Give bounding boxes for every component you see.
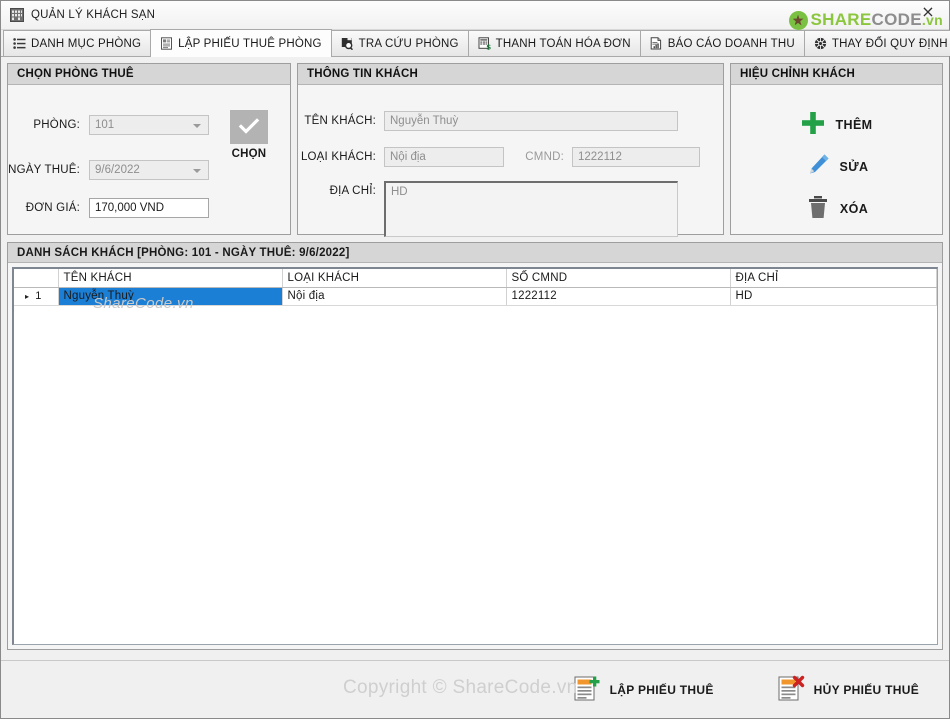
guest-panel-body: TÊN KHÁCH: Nguyễn Thuỳ LOẠI KHÁCH: Nội đ… xyxy=(298,85,723,237)
logo-share-text: SHARE xyxy=(810,10,872,29)
tab-thay-doi-quy-dinh[interactable]: THAY ĐỔI QUY ĐỊNH xyxy=(803,30,950,56)
guest-id-label: CMND: xyxy=(525,151,564,163)
guest-address-row: ĐỊA CHỈ: HD xyxy=(298,181,678,237)
guest-name-row: TÊN KHÁCH: Nguyễn Thuỳ xyxy=(298,111,709,131)
cancel-booking-label: HỦY PHIẾU THUÊ xyxy=(813,682,919,697)
add-guest-label: THÊM xyxy=(835,117,873,132)
room-selection-panel: CHỌN PHÒNG THUÊ PHÒNG: 101 NGÀY THUÊ: 9/… xyxy=(7,63,291,235)
tab-label: THANH TOÁN HÓA ĐƠN xyxy=(495,37,631,50)
guest-address-label: ĐỊA CHỈ: xyxy=(329,185,376,197)
copyright-watermark: Copyright © ShareCode.vn xyxy=(343,677,578,698)
footer-bar: Copyright © ShareCode.vn LẬP PHIẾU THUÊ xyxy=(1,660,949,718)
guest-type-label: LOẠI KHÁCH: xyxy=(300,151,376,163)
logo-vn-text: .vn xyxy=(921,12,943,28)
tab-danh-muc-phong[interactable]: DANH MỤC PHÒNG xyxy=(3,30,152,56)
guest-info-panel: THÔNG TIN KHÁCH TÊN KHÁCH: Nguyễn Thuỳ L… xyxy=(297,63,724,237)
invoice-icon: $ xyxy=(478,37,491,50)
guest-type-input[interactable]: Nội địa xyxy=(384,147,504,167)
gear-icon xyxy=(814,37,827,50)
guest-address-textarea[interactable]: HD xyxy=(384,181,678,237)
tab-lap-phieu-thue-phong[interactable]: LẬP PHIẾU THUÊ PHÒNG xyxy=(150,29,332,57)
room-panel-body: PHÒNG: 101 NGÀY THUÊ: 9/6/2022 ĐƠN GIÁ: … xyxy=(8,85,290,234)
list-icon xyxy=(13,37,26,50)
app-window: QUẢN LÝ KHÁCH SẠN × SHARE CODE .vn DANH … xyxy=(0,0,950,719)
column-header-type[interactable]: LOẠI KHÁCH xyxy=(282,269,507,288)
create-booking-label: LẬP PHIẾU THUÊ xyxy=(609,682,714,697)
select-room-label: CHỌN xyxy=(231,148,267,160)
edit-guest-button[interactable]: SỬA xyxy=(731,152,942,181)
room-field-row: PHÒNG: 101 xyxy=(8,115,220,135)
plus-icon xyxy=(800,110,826,139)
guest-panel-title: THÔNG TIN KHÁCH xyxy=(298,64,723,85)
main-content: CHỌN PHÒNG THUÊ PHÒNG: 101 NGÀY THUÊ: 9/… xyxy=(1,57,949,660)
tab-label: BÁO CÁO DOANH THU xyxy=(667,37,795,50)
column-header-id[interactable]: SỐ CMND xyxy=(506,269,731,288)
trash-icon xyxy=(805,194,831,223)
guest-list-title: DANH SÁCH KHÁCH [PHÒNG: 101 - NGÀY THUÊ:… xyxy=(8,243,942,263)
sharecode-logo: SHARE CODE .vn xyxy=(788,10,943,30)
column-header-name[interactable]: TÊN KHÁCH xyxy=(58,269,283,288)
column-header-address[interactable]: ĐỊA CHỈ xyxy=(730,269,937,288)
top-panels: CHỌN PHÒNG THUÊ PHÒNG: 101 NGÀY THUÊ: 9/… xyxy=(7,63,943,237)
cancel-booking-button[interactable]: HỦY PHIẾU THUÊ xyxy=(776,673,919,706)
column-header-indicator xyxy=(14,269,59,288)
date-field-row: NGÀY THUÊ: 9/6/2022 xyxy=(8,160,220,180)
price-label: ĐƠN GIÁ: xyxy=(25,202,80,214)
date-picker[interactable]: 9/6/2022 xyxy=(89,160,209,180)
cell-guest-address[interactable]: HD xyxy=(730,287,937,306)
table-header-row: TÊN KHÁCH LOẠI KHÁCH SỐ CMND ĐỊA CHỈ xyxy=(14,269,937,288)
select-room-button[interactable] xyxy=(230,110,268,144)
tab-tra-cuu-phong[interactable]: TRA CỨU PHÒNG xyxy=(330,30,469,56)
tab-label: LẬP PHIẾU THUÊ PHÒNG xyxy=(178,37,322,50)
check-icon xyxy=(238,116,260,139)
row-number: 1 xyxy=(35,290,42,302)
tab-thanh-toan-hoa-don[interactable]: $ THANH TOÁN HÓA ĐƠN xyxy=(467,30,641,56)
svg-text:$: $ xyxy=(486,43,491,50)
edit-guest-label: SỬA xyxy=(839,159,869,174)
add-guest-button[interactable]: THÊM xyxy=(731,110,942,139)
price-input[interactable]: 170,000 VND xyxy=(89,198,209,218)
grid-building-icon xyxy=(9,7,25,23)
search-icon xyxy=(341,37,354,50)
guest-name-input[interactable]: Nguyễn Thuỳ xyxy=(384,111,678,131)
row-indicator-cell[interactable]: ▸ 1 xyxy=(14,287,59,306)
cell-guest-id[interactable]: 1222112 xyxy=(506,287,731,306)
document-delete-icon xyxy=(776,673,806,706)
room-panel-title: CHỌN PHÒNG THUÊ xyxy=(8,64,290,85)
guest-edit-panel: HIỆU CHỈNH KHÁCH THÊM SỬA XÓA xyxy=(730,63,943,235)
room-label: PHÒNG: xyxy=(33,119,80,131)
tab-strip: DANH MỤC PHÒNG LẬP PHIẾU THUÊ PHÒNG TRA … xyxy=(1,29,950,57)
create-booking-button[interactable]: LẬP PHIẾU THUÊ xyxy=(572,673,714,706)
cell-guest-type[interactable]: Nội địa xyxy=(282,287,507,306)
row-selector-arrow-icon: ▸ xyxy=(25,291,30,301)
logo-code-text: CODE xyxy=(871,10,922,29)
delete-guest-label: XÓA xyxy=(839,201,869,216)
room-select[interactable]: 101 xyxy=(89,115,209,135)
tab-label: TRA CỨU PHÒNG xyxy=(358,37,459,50)
price-field-row: ĐƠN GIÁ: 170,000 VND xyxy=(8,198,220,218)
guest-id-input[interactable]: 1222112 xyxy=(572,147,700,167)
document-icon xyxy=(160,37,173,50)
grid-watermark: ShareCode.vn xyxy=(93,295,194,312)
title-bar: QUẢN LÝ KHÁCH SẠN × SHARE CODE .vn xyxy=(1,1,949,30)
guest-name-label: TÊN KHÁCH: xyxy=(304,115,376,127)
pencil-icon xyxy=(805,152,831,181)
guest-type-row: LOẠI KHÁCH: Nội địa CMND: 1222112 xyxy=(298,147,700,167)
report-icon xyxy=(650,37,663,50)
delete-guest-button[interactable]: XÓA xyxy=(731,194,942,223)
tab-bao-cao-doanh-thu[interactable]: BÁO CÁO DOANH THU xyxy=(639,30,805,56)
edit-panel-body: THÊM SỬA XÓA xyxy=(731,85,942,234)
tab-label: THAY ĐỔI QUY ĐỊNH xyxy=(831,37,948,50)
guest-data-grid[interactable]: TÊN KHÁCH LOẠI KHÁCH SỐ CMND ĐỊA CHỈ ▸ 1 xyxy=(12,267,938,645)
edit-panel-title: HIỆU CHỈNH KHÁCH xyxy=(731,64,942,85)
logo-mark-icon xyxy=(788,10,808,30)
date-label: NGÀY THUÊ: xyxy=(8,164,80,176)
window-title: QUẢN LÝ KHÁCH SẠN xyxy=(31,9,156,21)
tab-label: DANH MỤC PHÒNG xyxy=(31,37,142,50)
